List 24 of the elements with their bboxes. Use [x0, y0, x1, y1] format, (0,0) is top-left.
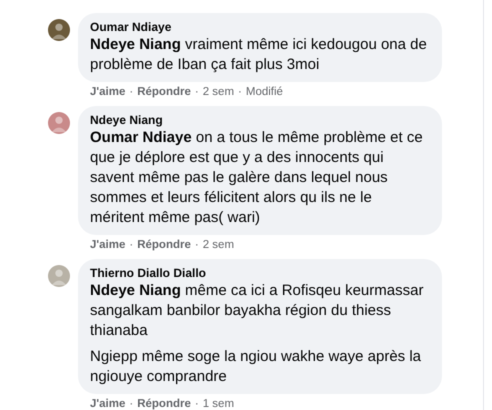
comment-text: Ndeye Niang même ca ici a Rofisqeu keurmassar sangalkam banbilor bayakha région du thiess thianaba	[90, 281, 424, 341]
reply-link[interactable]: Répondre	[137, 398, 191, 410]
reply-link[interactable]: Répondre	[137, 239, 191, 251]
author-name[interactable]: Oumar Ndiaye	[90, 19, 430, 35]
author-name[interactable]: Ndeye Niang	[90, 112, 430, 128]
separator-dot: ·	[129, 239, 134, 251]
separator-dot: ·	[129, 86, 134, 98]
separator-dot: ·	[194, 86, 199, 98]
separator-dot: ·	[129, 398, 134, 410]
comment-text: Ngiepp même soge la ngiou wakhe waye après la ngiouye comprandre	[90, 347, 422, 387]
comment-time: 2 sem	[202, 86, 234, 98]
like-link[interactable]: J'aime	[90, 398, 126, 410]
edited-label: Modifié	[246, 86, 283, 98]
separator-dot: ·	[194, 398, 199, 410]
separator-dot: ·	[238, 86, 242, 98]
like-link[interactable]: J'aime	[90, 239, 126, 251]
comment-text: Oumar Ndiaye on a tous le même problème et ce que je déplore est que y a des innocents qui savent même pas le galère dans lequel nous sommes et leurs félicitent alors qu ils ne le méritent même pas( wari)	[90, 128, 424, 228]
separator-dot: ·	[194, 239, 199, 251]
reply-link[interactable]: Répondre	[137, 86, 191, 98]
comment-text: Ndeye Niang vraiment même ici kedougou ona de problème de Iban ça fait plus 3moi	[90, 35, 428, 75]
author-name[interactable]: Thierno Diallo Diallo	[90, 265, 430, 281]
comment-time: 1 sem	[202, 398, 234, 410]
like-link[interactable]: J'aime	[90, 86, 126, 98]
comment-time: 2 sem	[202, 239, 234, 251]
